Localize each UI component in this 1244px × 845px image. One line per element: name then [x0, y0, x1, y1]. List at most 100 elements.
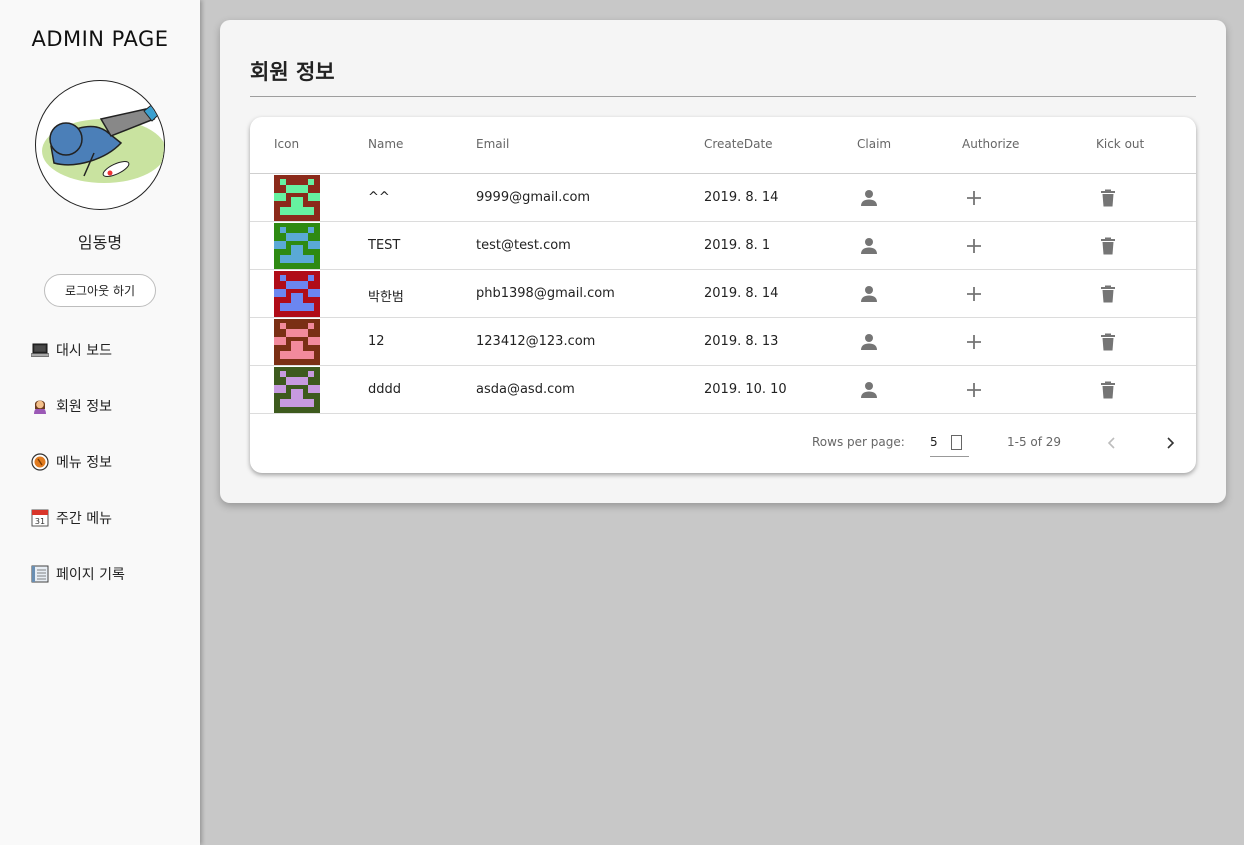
sidebar-item-label: 대시 보드 — [56, 343, 112, 359]
cell-createdate: 2019. 10. 10 — [704, 382, 787, 397]
trash-icon — [1101, 285, 1115, 303]
calendar-icon: 31 — [31, 509, 49, 527]
column-header-kick-out: Kick out — [1096, 137, 1145, 151]
laptop-icon — [31, 341, 49, 359]
cell-name: 12 — [368, 334, 385, 349]
page-title: 회원 정보 — [250, 60, 335, 84]
sidebar-nav: 대시 보드 회원 정보 메뉴 정보 31 주간 메뉴 페이지 기록 — [31, 338, 125, 618]
cell-email: 123412@123.com — [476, 334, 596, 349]
trash-icon — [1101, 333, 1115, 351]
table-row: ^^ 9999@gmail.com 2019. 8. 14 — [250, 174, 1196, 222]
cell-createdate: 2019. 8. 1 — [704, 238, 771, 253]
authorize-button[interactable] — [964, 188, 984, 208]
calendar-day: 31 — [35, 517, 45, 526]
user-identicon — [274, 367, 320, 413]
authorize-button[interactable] — [964, 236, 984, 256]
next-page-button[interactable] — [1158, 431, 1182, 455]
sidebar-item-dashboard[interactable]: 대시 보드 — [31, 338, 125, 362]
notebook-icon — [31, 565, 49, 583]
claim-button[interactable] — [859, 236, 879, 256]
plus-icon — [967, 335, 981, 349]
person-icon — [861, 238, 877, 254]
cell-name: dddd — [368, 382, 402, 397]
kick-out-button[interactable] — [1098, 236, 1118, 256]
authorize-button[interactable] — [964, 284, 984, 304]
sidebar-item-label: 메뉴 정보 — [56, 455, 112, 471]
trash-icon — [1101, 237, 1115, 255]
kick-out-button[interactable] — [1098, 188, 1118, 208]
plus-icon — [967, 239, 981, 253]
claim-button[interactable] — [859, 284, 879, 304]
sidebar-item-label: 페이지 기록 — [56, 567, 125, 583]
column-header-createdate[interactable]: CreateDate — [704, 137, 773, 151]
trash-icon — [1101, 381, 1115, 399]
logout-button[interactable]: 로그아웃 하기 — [44, 274, 156, 307]
sidebar-item-members[interactable]: 회원 정보 — [31, 394, 125, 418]
kick-out-button[interactable] — [1098, 380, 1118, 400]
cell-createdate: 2019. 8. 13 — [704, 334, 779, 349]
title-divider — [250, 96, 1196, 97]
table-row: 12 123412@123.com 2019. 8. 13 — [250, 318, 1196, 366]
person-icon — [861, 190, 877, 206]
brand-title: ADMIN PAGE — [31, 27, 169, 51]
table-pagination: Rows per page: 5 1-5 of 29 — [250, 415, 1196, 473]
column-header-icon: Icon — [274, 137, 300, 151]
kick-out-button[interactable] — [1098, 332, 1118, 352]
user-identicon — [274, 271, 320, 317]
sidebar-item-label: 주간 메뉴 — [56, 511, 112, 527]
members-table: Icon Name Email CreateDate Claim Authori… — [250, 117, 1196, 473]
main-card: 회원 정보 Icon Name Email CreateDate Claim A… — [220, 20, 1226, 503]
sidebar-item-menu-info[interactable]: 메뉴 정보 — [31, 450, 125, 474]
dropdown-caret-icon — [951, 435, 962, 450]
person-icon — [31, 397, 49, 415]
rows-per-page-select[interactable]: 5 — [930, 429, 969, 457]
avatar — [35, 80, 165, 210]
plus-icon — [967, 191, 981, 205]
rows-per-page-value: 5 — [930, 435, 938, 449]
column-header-name[interactable]: Name — [368, 137, 403, 151]
plus-icon — [967, 383, 981, 397]
cell-email: 9999@gmail.com — [476, 190, 591, 205]
sidebar-item-page-log[interactable]: 페이지 기록 — [31, 562, 125, 586]
cell-email: test@test.com — [476, 238, 571, 253]
claim-button[interactable] — [859, 380, 879, 400]
sidebar: ADMIN PAGE 임동명 로그아웃 하기 대시 보드 회원 정보 메뉴 정보… — [0, 0, 200, 845]
sidebar-item-label: 회원 정보 — [56, 399, 112, 415]
column-header-claim: Claim — [857, 137, 892, 151]
column-header-authorize: Authorize — [962, 137, 1020, 151]
authorize-button[interactable] — [964, 380, 984, 400]
kick-out-button[interactable] — [1098, 284, 1118, 304]
person-icon — [861, 382, 877, 398]
cell-name: TEST — [368, 238, 401, 253]
cell-email: phb1398@gmail.com — [476, 286, 615, 301]
column-header-email[interactable]: Email — [476, 137, 509, 151]
pagination-range: 1-5 of 29 — [1007, 435, 1062, 449]
cell-name: ^^ — [368, 190, 390, 205]
authorize-button[interactable] — [964, 332, 984, 352]
avatar-illustration — [42, 102, 164, 183]
claim-button[interactable] — [859, 332, 879, 352]
user-name: 임동명 — [77, 233, 123, 252]
user-identicon — [274, 175, 320, 221]
claim-button[interactable] — [859, 188, 879, 208]
person-icon — [861, 334, 877, 350]
chevron-left-icon — [1107, 437, 1115, 449]
cell-name: 박한범 — [368, 290, 404, 305]
sidebar-item-weekly-menu[interactable]: 31 주간 메뉴 — [31, 506, 125, 530]
plus-icon — [967, 287, 981, 301]
food-icon — [31, 453, 49, 471]
user-identicon — [274, 223, 320, 269]
table-header: Icon Name Email CreateDate Claim Authori… — [250, 117, 1196, 174]
person-icon — [861, 286, 877, 302]
table-row: TEST test@test.com 2019. 8. 1 — [250, 222, 1196, 270]
chevron-right-icon — [1167, 437, 1175, 449]
user-identicon — [274, 319, 320, 365]
trash-icon — [1101, 189, 1115, 207]
table-row: dddd asda@asd.com 2019. 10. 10 — [250, 366, 1196, 414]
rows-per-page-label: Rows per page: — [812, 435, 905, 449]
previous-page-button[interactable] — [1100, 431, 1124, 455]
cell-email: asda@asd.com — [476, 382, 575, 397]
cell-createdate: 2019. 8. 14 — [704, 190, 779, 205]
cell-createdate: 2019. 8. 14 — [704, 286, 779, 301]
table-row: 박한범 phb1398@gmail.com 2019. 8. 14 — [250, 270, 1196, 318]
